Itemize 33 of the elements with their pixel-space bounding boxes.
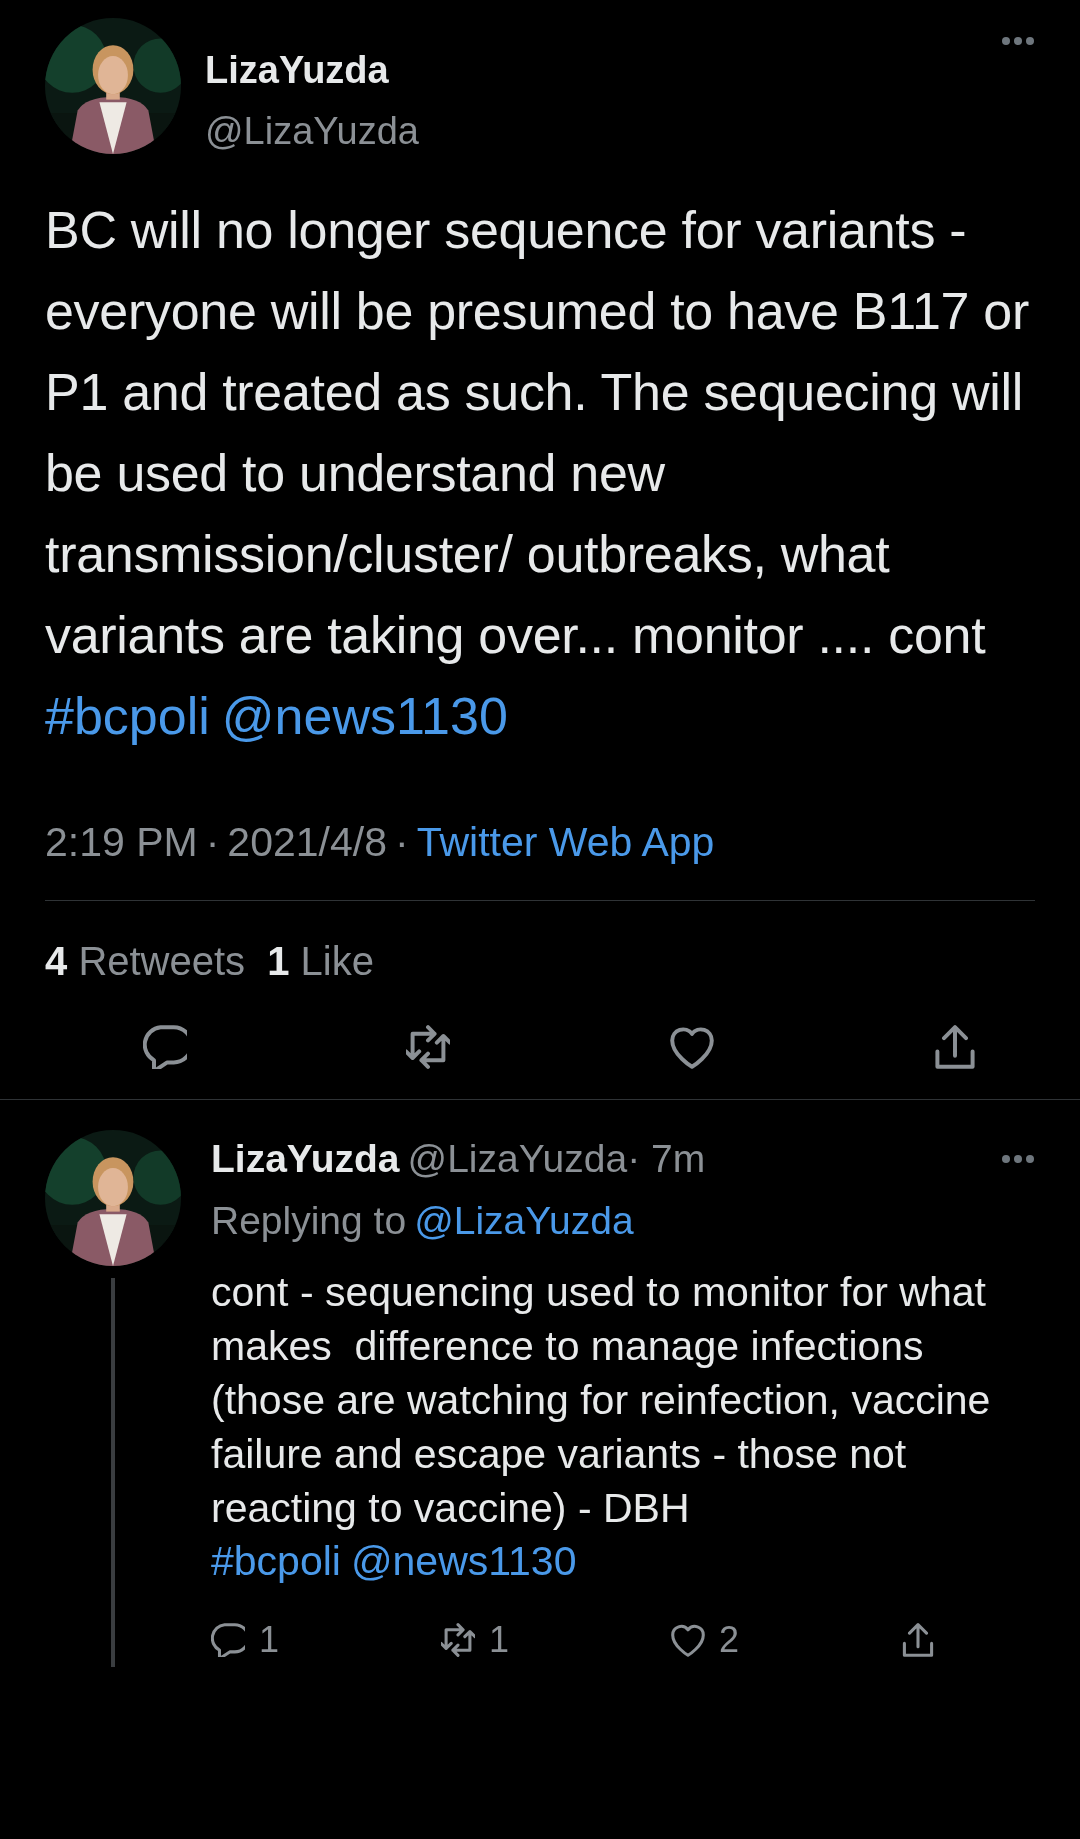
source-link[interactable]: Twitter Web App [416, 819, 715, 865]
stat-link[interactable]: 1 Like [267, 930, 374, 991]
action-count: 2 [719, 1617, 740, 1662]
tweet-age: · 7m [627, 1135, 706, 1182]
retweet-icon[interactable] [406, 1024, 451, 1069]
retweet-icon[interactable] [441, 1622, 475, 1657]
user-name[interactable]: LizaYuzda [205, 42, 977, 99]
tweet-date: 2021/4/8 [227, 819, 387, 865]
stat-link[interactable]: 4 Retweets [45, 930, 246, 991]
user-handle[interactable]: @LizaYuzda [205, 103, 977, 160]
user-name[interactable]: LizaYuzda [211, 1129, 400, 1188]
reply-text: cont - sequencing used to monitor for what makes difference to manage infections (those are watching for reinfection, vaccine failure and escape variants - those not reacting to vaccine) - DBH [211, 1267, 992, 1533]
action-count: 1 [259, 1617, 280, 1662]
tweet-link[interactable]: @news1130 [350, 1534, 577, 1587]
tweet-link[interactable]: @news1130 [221, 676, 508, 756]
mention-link[interactable]: @LizaYuzda [414, 1192, 634, 1251]
separator-dot: · [205, 819, 220, 865]
comment-icon[interactable] [211, 1622, 245, 1657]
comment-icon[interactable] [143, 1024, 187, 1069]
separator-dot: · [394, 819, 409, 865]
tweet-text: BC will no longer sequence for variants - everyone will be presumed to have B117 or P1 and treated as such. The sequecing will be used to understand new transmission/cluster/ outbreaks, what variants are taking over... monitor .... cont [45, 200, 1030, 666]
heart-icon[interactable] [669, 1024, 714, 1069]
more-icon[interactable] [1001, 1153, 1035, 1164]
replying-label: Replying to [211, 1198, 407, 1244]
heart-icon[interactable] [671, 1622, 705, 1657]
user-handle[interactable]: @LizaYuzda [407, 1129, 628, 1188]
share-icon[interactable] [933, 1024, 977, 1069]
action-count: 1 [489, 1617, 510, 1662]
tweet-link[interactable]: #bcpoli [211, 1534, 341, 1587]
more-icon[interactable] [1001, 36, 1035, 46]
share-icon[interactable] [901, 1622, 935, 1657]
tweet-link[interactable]: #bcpoli [45, 676, 210, 756]
tweet-time: 2:19 PM [45, 819, 198, 865]
